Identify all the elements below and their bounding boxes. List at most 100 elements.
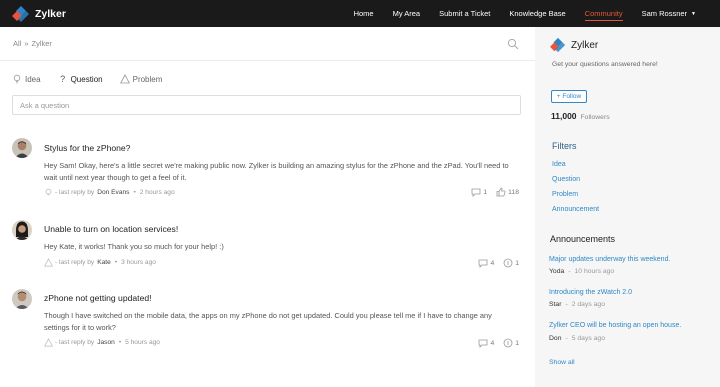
reply-author[interactable]: Kate (97, 259, 111, 266)
post-body: Hey Sam! Okay, here's a little secret we… (44, 161, 509, 182)
post-body: Though I have switched on the mobile dat… (44, 311, 492, 332)
announcement-title[interactable]: Zylker CEO will be hosting an open house… (549, 322, 681, 329)
announcement-author[interactable]: Star (549, 301, 561, 308)
meta-prefix: last reply by (59, 259, 95, 266)
post-meta: - last reply by Jason • 5 hours ago (44, 338, 160, 347)
post-title[interactable]: Unable to turn on location services! (44, 224, 178, 234)
announcement-time-dash: - (568, 268, 571, 275)
question-mark-icon: ? (60, 74, 66, 84)
announcement-meta: Don - 5 days ago (549, 335, 605, 342)
sidebar-brand: Zylker (550, 37, 598, 53)
comment-count[interactable]: 1 (471, 187, 487, 197)
tab-idea[interactable]: Idea (12, 74, 41, 84)
reply-time: 3 hours ago (121, 259, 156, 266)
warning-triangle-icon (44, 338, 53, 347)
zylker-logo-icon (550, 37, 566, 53)
tab-question-label: Question (70, 74, 103, 84)
comment-bubble-icon (471, 187, 481, 197)
tab-problem[interactable]: Problem (119, 74, 163, 84)
post-title[interactable]: Stylus for the zPhone? (44, 143, 130, 153)
lightbulb-icon (44, 188, 53, 197)
vote-count[interactable]: 1 (503, 338, 519, 348)
dot-separator: • (133, 189, 136, 196)
filter-announcement[interactable]: Announcement (552, 206, 599, 213)
comment-bubble-icon (478, 338, 488, 348)
dot-separator: • (118, 339, 122, 346)
filter-question[interactable]: Question (552, 176, 580, 183)
announcement-time: 2 days ago (571, 301, 605, 308)
post-item[interactable]: Stylus for the zPhone? Hey Sam! Okay, he… (0, 135, 535, 205)
brand[interactable]: Zylker (12, 5, 66, 23)
nav-my-area[interactable]: My Area (393, 9, 421, 18)
followers-label: Followers (580, 114, 610, 121)
post-type-tabs: Idea ? Question Problem (12, 74, 179, 84)
announcement-time: 5 days ago (571, 335, 605, 342)
avatar (12, 289, 32, 309)
tab-question[interactable]: ? Question (58, 74, 103, 84)
nav-community[interactable]: Community (584, 9, 623, 21)
announcement-time: 10 hours ago (574, 268, 615, 275)
meta-prefix: last reply by (59, 189, 95, 196)
nav-submit-ticket[interactable]: Submit a Ticket (439, 9, 490, 18)
warning-triangle-icon (44, 258, 53, 267)
post-stats: 1 118 (462, 187, 519, 197)
post-item[interactable]: zPhone not getting updated! Though I hav… (0, 287, 535, 357)
user-menu[interactable]: Sam Rossner ▼ (642, 9, 696, 18)
show-all-link[interactable]: Show all (549, 359, 575, 366)
breadcrumb-all[interactable]: All (13, 39, 21, 48)
user-name: Sam Rossner (641, 9, 688, 18)
like-count-value: 118 (508, 188, 519, 196)
vote-count-value: 1 (515, 339, 519, 347)
nav-home[interactable]: Home (354, 9, 374, 18)
like-count[interactable]: 118 (496, 187, 519, 197)
filter-problem[interactable]: Problem (552, 191, 578, 198)
comment-count[interactable]: 4 (478, 258, 494, 268)
brand-name: Zylker (35, 7, 66, 20)
avatar (12, 220, 32, 240)
followers-count: 11,000 (551, 111, 577, 121)
ask-question-input[interactable] (12, 95, 521, 115)
comment-count-value: 4 (490, 259, 495, 267)
followers-stat: 11,000 Followers (551, 111, 610, 121)
avatar (12, 138, 32, 158)
thumbs-up-icon (496, 187, 506, 197)
nav-knowledge-base[interactable]: Knowledge Base (509, 9, 565, 18)
announcements-heading: Announcements (550, 234, 616, 244)
comment-count-value: 1 (483, 188, 488, 196)
comment-count[interactable]: 4 (478, 338, 494, 348)
post-item[interactable]: Unable to turn on location services! Hey… (0, 217, 535, 277)
reply-time: 2 hours ago (139, 189, 175, 196)
lightbulb-icon (12, 74, 22, 84)
follow-button[interactable]: + Follow (551, 90, 587, 103)
main-content: All»Zylker Idea ? Question Problem St (0, 27, 535, 387)
post-body: Hey Kate, it works! Thank you so much fo… (44, 242, 224, 251)
announcement-title[interactable]: Major updates underway this weekend. (549, 256, 670, 263)
announcement-title[interactable]: Introducing the zWatch 2.0 (549, 289, 632, 296)
caret-down-icon: ▼ (691, 10, 696, 17)
reply-time: 5 hours ago (125, 339, 160, 346)
post-meta: - last reply by Don Evans • 2 hours ago (44, 188, 175, 197)
announcement-meta: Yoda - 10 hours ago (549, 268, 614, 275)
post-title[interactable]: zPhone not getting updated! (44, 293, 152, 303)
comment-count-value: 4 (490, 339, 495, 347)
announcement-time-dash: - (565, 301, 568, 308)
filters-heading: Filters (552, 141, 577, 151)
vote-circle-icon (503, 258, 513, 268)
vote-count-value: 1 (515, 259, 519, 267)
vote-count[interactable]: 1 (503, 258, 519, 268)
announcement-author[interactable]: Don (549, 335, 561, 342)
announcement-author[interactable]: Yoda (549, 268, 564, 275)
breadcrumb-current[interactable]: Zylker (32, 39, 52, 48)
breadcrumb-bar: All» Zylker (0, 27, 535, 61)
zylker-logo-icon (12, 5, 30, 23)
reply-author[interactable]: Don Evans (97, 189, 129, 196)
sidebar: Zylker Get your questions answered here!… (540, 27, 720, 387)
post-stats: 4 1 (469, 338, 519, 348)
reply-author[interactable]: Jason (97, 339, 115, 346)
announcement-meta: Star - 2 days ago (549, 301, 605, 308)
meta-prefix: last reply by (59, 339, 95, 346)
tab-problem-label: Problem (132, 74, 163, 84)
search-icon[interactable] (507, 38, 519, 50)
filter-idea[interactable]: Idea (552, 161, 566, 168)
comment-bubble-icon (478, 258, 488, 268)
